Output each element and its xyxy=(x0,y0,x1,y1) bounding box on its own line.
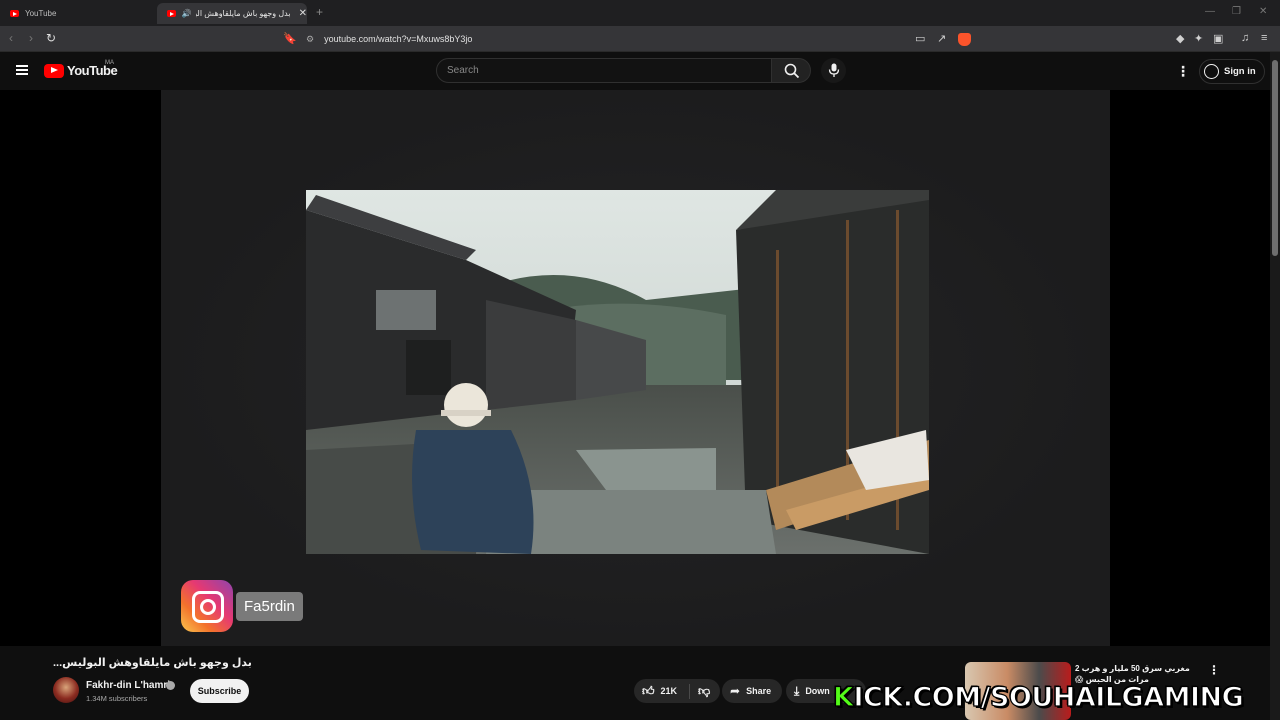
subscriber-count: 1.34M subscribers xyxy=(86,694,148,703)
restore-icon[interactable]: ❐ xyxy=(1232,6,1241,17)
back-icon[interactable]: ‹ xyxy=(9,31,13,45)
country-code: MA xyxy=(105,60,114,66)
more-options-icon[interactable]: ⋮ xyxy=(1208,663,1220,677)
search-icon xyxy=(784,63,800,79)
video-scene-image xyxy=(306,190,929,554)
settings-menu-icon[interactable]: ⋮ xyxy=(1176,63,1190,80)
sign-in-label: Sign in xyxy=(1224,66,1256,77)
speaker-icon: 🔊 xyxy=(181,9,192,18)
guide-menu-icon[interactable] xyxy=(16,65,28,75)
sign-in-button[interactable]: Sign in xyxy=(1199,59,1265,84)
media-icon[interactable]: ♫ xyxy=(1241,32,1249,44)
youtube-logo[interactable]: YouTube MA xyxy=(44,60,118,78)
stream-watermark: KICK.COM/SOUHAILGAMING xyxy=(832,681,1245,713)
like-button[interactable]: 👍︎ 21K xyxy=(634,683,690,699)
microphone-icon xyxy=(828,63,839,77)
new-tab-icon[interactable]: + xyxy=(316,5,323,19)
dislike-button[interactable]: 👎︎ xyxy=(690,684,710,699)
share-button[interactable]: ➦ Share xyxy=(722,679,782,703)
url-text: youtube.com/watch?v=Mxuws8bY3jo xyxy=(324,34,473,44)
instagram-icon xyxy=(181,580,233,632)
share-page-icon[interactable]: ↗ xyxy=(937,32,946,45)
watermark-text: ICK.COM/SOUHAILGAMING xyxy=(853,681,1245,713)
tab-label: بدل وجهو باش مايلقاوهش البو xyxy=(195,9,291,18)
channel-name[interactable]: Fakhr-din L'hamri xyxy=(86,680,170,691)
download-icon: ⤓ xyxy=(794,683,800,698)
video-title: بدل وجهو باش مايلقاوهش البوليس... xyxy=(53,657,252,669)
share-icon: ➦ xyxy=(730,684,741,698)
forward-icon[interactable]: › xyxy=(29,31,33,45)
channel-avatar[interactable] xyxy=(53,677,79,703)
share-label: Share xyxy=(746,686,772,696)
minimize-icon[interactable]: — xyxy=(1205,6,1215,17)
thumbs-up-icon: 👍︎ xyxy=(642,683,655,698)
extensions-icon[interactable]: ✦ xyxy=(1194,32,1203,45)
close-window-icon[interactable]: ✕ xyxy=(1259,6,1267,17)
video-player[interactable]: Fa5rdin xyxy=(0,90,1270,646)
voice-search-button[interactable] xyxy=(821,58,846,83)
search-input[interactable]: Search xyxy=(436,58,772,83)
close-tab-icon[interactable]: ✕ xyxy=(299,8,307,19)
bookmark-icon[interactable]: 🔖 xyxy=(283,32,297,45)
account-icon xyxy=(1204,64,1219,79)
like-count: 21K xyxy=(660,686,678,696)
scrollbar-thumb[interactable] xyxy=(1272,60,1278,256)
brave-shield-icon[interactable] xyxy=(958,33,971,46)
search-placeholder: Search xyxy=(447,65,479,76)
menu-icon[interactable]: ≡ xyxy=(1261,32,1267,44)
video-info-section: بدل وجهو باش مايلقاوهش البوليس... Fakhr-… xyxy=(0,646,1270,720)
youtube-favicon-icon xyxy=(167,10,176,17)
download-label: Down xyxy=(805,686,830,696)
tab-label: YouTube xyxy=(25,9,57,18)
site-info-icon[interactable]: ⚙ xyxy=(306,34,314,45)
browser-tab-strip: YouTube 🔊 بدل وجهو باش مايلقاوهش البو ✕ … xyxy=(0,0,1280,26)
youtube-play-icon xyxy=(44,63,64,78)
browser-toolbar: ‹ › ↻ 🔖 ⚙ youtube.com/watch?v=Mxuws8bY3j… xyxy=(0,26,1280,52)
thumbs-down-icon: 👎︎ xyxy=(698,683,711,698)
watermark-prefix: K xyxy=(832,681,854,713)
tab-youtube[interactable]: YouTube xyxy=(6,3,154,24)
youtube-favicon-icon xyxy=(10,10,19,17)
address-bar[interactable]: ⚙ youtube.com/watch?v=Mxuws8bY3jo xyxy=(300,29,980,49)
subscribe-button[interactable]: Subscribe xyxy=(190,679,249,703)
wallet-icon[interactable]: ◆ xyxy=(1176,32,1184,45)
instagram-handle: Fa5rdin xyxy=(236,591,303,621)
video-frame[interactable]: Fa5rdin xyxy=(161,90,1110,646)
sidebar-icon[interactable]: ▣ xyxy=(1213,32,1223,45)
youtube-header: YouTube MA Search ⋮ Sign in xyxy=(0,52,1280,90)
verified-icon xyxy=(166,681,175,690)
like-dislike-group: 👍︎ 21K 👎︎ xyxy=(634,679,720,703)
search-button[interactable] xyxy=(771,58,811,83)
instagram-overlay: Fa5rdin xyxy=(181,580,303,632)
cast-icon[interactable]: ▭ xyxy=(915,32,925,45)
page-scrollbar[interactable] xyxy=(1270,52,1280,720)
tab-video[interactable]: 🔊 بدل وجهو باش مايلقاوهش البو ✕ xyxy=(157,3,307,24)
reload-icon[interactable]: ↻ xyxy=(46,31,56,45)
